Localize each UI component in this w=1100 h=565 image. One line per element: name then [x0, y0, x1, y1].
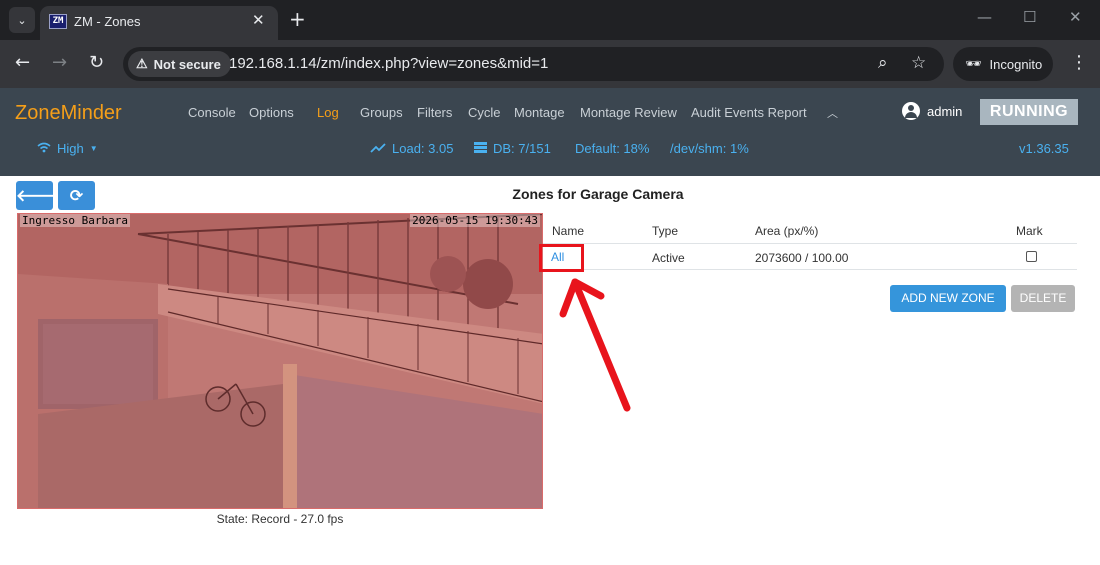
- delete-button[interactable]: DELETE: [1011, 285, 1075, 312]
- zone-area: 2073600 / 100.00: [755, 251, 849, 265]
- caret-down-icon: ▼: [89, 144, 98, 153]
- camera-state: State: Record - 27.0 fps: [216, 512, 344, 526]
- back-icon[interactable]: ←: [15, 52, 30, 73]
- camera-image[interactable]: Ingresso Barbara 2026-05-15 19:30:43: [17, 213, 543, 509]
- camera-overlay-label: Ingresso Barbara: [20, 214, 130, 227]
- chart-line-icon: [370, 141, 386, 156]
- default-storage-stat: Default: 18%: [575, 141, 650, 156]
- tab-close-icon[interactable]: ✕: [252, 11, 265, 29]
- db-stat: DB: 7/151: [474, 141, 551, 156]
- add-new-zone-button[interactable]: ADD NEW ZONE: [890, 285, 1006, 312]
- menu-options[interactable]: Options: [249, 105, 294, 120]
- menu-console[interactable]: Console: [188, 105, 236, 120]
- forward-icon[interactable]: →: [52, 52, 67, 73]
- new-tab-icon[interactable]: +: [289, 7, 306, 31]
- menu-montage[interactable]: Montage: [514, 105, 565, 120]
- shm-stat: /dev/shm: 1%: [670, 141, 749, 156]
- menu-log[interactable]: Log: [317, 105, 339, 120]
- menu-groups[interactable]: Groups: [360, 105, 403, 120]
- zone-mark-checkbox[interactable]: [1026, 251, 1037, 262]
- browser-tab-bar: ⌄ ZM ZM - Zones ✕ + — ☐ ✕: [0, 0, 1100, 40]
- chevron-up-icon[interactable]: ︿: [827, 105, 838, 121]
- incognito-label: Incognito: [989, 56, 1043, 72]
- camera-scene: [18, 214, 542, 508]
- user-icon: [902, 102, 920, 120]
- col-mark-header: Mark: [1016, 224, 1043, 238]
- camera-timestamp: 2026-05-15 19:30:43: [410, 214, 540, 227]
- zoom-icon[interactable]: ⌕: [878, 53, 888, 73]
- col-name-header: Name: [552, 224, 585, 238]
- tab-list-icon[interactable]: ⌄: [9, 7, 35, 33]
- wifi-icon: [37, 141, 51, 156]
- header-divider: [543, 243, 1077, 244]
- incognito-icon: 🕶: [965, 56, 982, 71]
- zone-type: Active: [652, 251, 685, 265]
- security-chip[interactable]: ⚠ Not secure: [128, 51, 231, 77]
- url-text[interactable]: 192.168.1.14/zm/index.php?view=zones&mid…: [229, 55, 548, 72]
- zm-brand[interactable]: ZoneMinder: [15, 102, 122, 125]
- incognito-chip[interactable]: 🕶 Incognito: [953, 47, 1053, 81]
- bandwidth-label: High: [57, 141, 84, 156]
- red-arrow-annotation: [559, 278, 631, 412]
- minimize-icon[interactable]: —: [977, 8, 992, 26]
- database-icon: [474, 141, 487, 156]
- security-label: Not secure: [153, 56, 221, 72]
- browser-menu-icon[interactable]: ⋮: [1070, 52, 1088, 73]
- menu-cycle[interactable]: Cycle: [468, 105, 501, 120]
- bookmark-star-icon[interactable]: ☆: [911, 53, 926, 73]
- page-title: Zones for Garage Camera: [512, 186, 684, 202]
- highlight-box: [539, 244, 584, 272]
- col-area-header: Area (px/%): [755, 224, 819, 238]
- maximize-icon[interactable]: ☐: [1023, 8, 1036, 26]
- menu-audit-events-report[interactable]: Audit Events Report: [691, 105, 807, 120]
- user-menu[interactable]: admin: [902, 102, 962, 120]
- browser-tab[interactable]: ZM ZM - Zones ✕: [40, 6, 278, 40]
- warning-icon: ⚠: [136, 56, 148, 71]
- menu-filters[interactable]: Filters: [417, 105, 452, 120]
- address-bar[interactable]: ⚠ Not secure 192.168.1.14/zm/index.php?v…: [123, 47, 944, 81]
- tab-title: ZM - Zones: [74, 14, 141, 29]
- db-value: DB: 7/151: [493, 141, 551, 156]
- zm-navbar: ZoneMinder Console Options Log Groups Fi…: [0, 88, 1100, 176]
- username: admin: [927, 103, 963, 119]
- bandwidth-dropdown[interactable]: High ▼: [37, 141, 98, 156]
- load-stat: Load: 3.05: [370, 141, 453, 156]
- window-close-icon[interactable]: ✕: [1069, 8, 1082, 26]
- browser-toolbar: ← → ↻ ⚠ Not secure 192.168.1.14/zm/index…: [0, 40, 1100, 88]
- col-type-header: Type: [652, 224, 679, 238]
- reload-icon[interactable]: ↻: [89, 52, 104, 73]
- version-label[interactable]: v1.36.35: [1019, 141, 1069, 156]
- favicon-icon: ZM: [49, 14, 67, 29]
- menu-montage-review[interactable]: Montage Review: [580, 105, 677, 120]
- load-value: Load: 3.05: [392, 141, 454, 156]
- run-state-button[interactable]: RUNNING: [980, 99, 1078, 125]
